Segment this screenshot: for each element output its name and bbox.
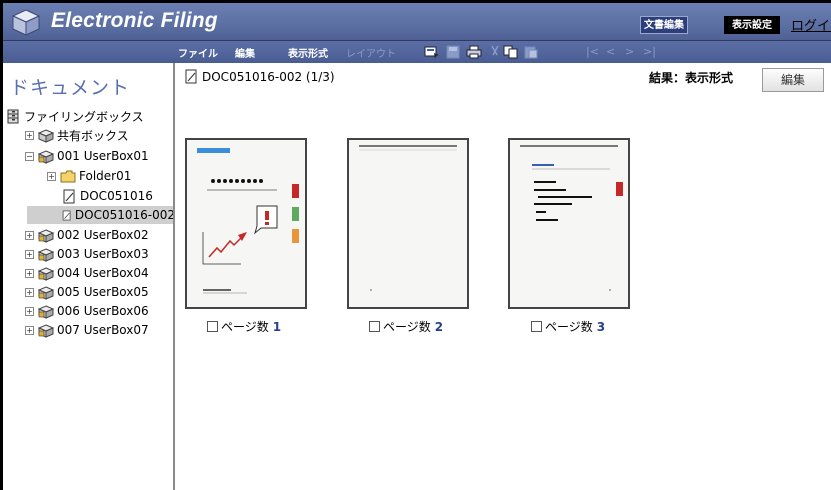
expand-icon[interactable]: +	[25, 130, 34, 140]
expand-icon[interactable]: +	[25, 287, 34, 297]
shared-box-icon	[38, 128, 55, 143]
expand-icon[interactable]: +	[25, 325, 34, 335]
login-link[interactable]: ログイン	[791, 15, 831, 34]
page-label-2: ページ数 2	[369, 318, 443, 335]
previous-page-icon[interactable]: <	[606, 45, 615, 58]
expand-icon[interactable]: +	[25, 306, 34, 316]
page-3-preview	[520, 145, 623, 291]
page-label-text: ページ数	[221, 320, 269, 334]
tree-item-label: 005 UserBox05	[57, 285, 149, 299]
tree-item-label: 006 UserBox06	[57, 304, 149, 318]
tree-item-shared-box[interactable]: + 共有ボックス	[25, 126, 129, 144]
document-edit-button[interactable]: 文書編集	[640, 16, 688, 34]
tree-item-userbox07[interactable]: + 007 UserBox07	[25, 321, 149, 339]
tree-root-filing-box[interactable]: ファイリングボックス	[5, 107, 144, 125]
sidebar: ドキュメント ファイリングボックス + 共有ボックス − 001 UserBox…	[3, 63, 175, 490]
next-page-icon[interactable]: >	[625, 45, 634, 58]
locked-box-icon	[38, 304, 55, 319]
page-label-1: ページ数 1	[207, 318, 281, 335]
page-number: 3	[596, 319, 606, 334]
page-label-3: ページ数 3	[531, 318, 605, 335]
locked-box-icon	[38, 323, 55, 338]
document-icon	[63, 189, 75, 203]
page-thumbnail-3[interactable]	[508, 138, 630, 309]
page-3-checkbox[interactable]	[531, 321, 542, 332]
tree-item-userbox02[interactable]: + 002 UserBox02	[25, 226, 149, 244]
filing-cabinet-icon	[7, 109, 19, 123]
paste-icon[interactable]	[523, 45, 539, 59]
copy-icon[interactable]	[503, 45, 519, 59]
menu-display-format[interactable]: 表示形式	[288, 45, 328, 60]
page-label-text: ページ数	[545, 320, 593, 334]
tree-item-folder01[interactable]: + Folder01	[47, 167, 131, 185]
tree-item-doc051016-002[interactable]: DOC051016-002	[27, 206, 175, 224]
display-settings-button[interactable]: 表示設定	[724, 16, 780, 34]
tree-item-doc051016[interactable]: DOC051016	[61, 187, 153, 205]
tree-item-label: 共有ボックス	[57, 128, 129, 143]
locked-box-icon	[38, 228, 55, 243]
expand-icon[interactable]: +	[47, 171, 56, 181]
tree-item-userbox01[interactable]: − 001 UserBox01	[25, 147, 149, 165]
page-2-preview	[359, 145, 457, 291]
edit-button[interactable]: 編集	[762, 68, 824, 92]
sidebar-title: ドキュメント	[10, 77, 131, 99]
expand-icon[interactable]: +	[25, 249, 34, 259]
menu-layout[interactable]: レイアウト	[346, 45, 396, 60]
page-number: 1	[272, 319, 282, 334]
page-thumbnail-1[interactable]	[185, 138, 307, 309]
page-1-preview	[197, 148, 299, 294]
page-2-checkbox[interactable]	[369, 321, 380, 332]
tree-item-label: Folder01	[79, 169, 132, 183]
tree-item-userbox05[interactable]: + 005 UserBox05	[25, 283, 149, 301]
tree-root-label: ファイリングボックス	[24, 109, 144, 124]
collapse-icon[interactable]: −	[25, 151, 34, 161]
tree-item-label: DOC051016	[80, 189, 153, 203]
page-label-text: ページ数	[383, 320, 431, 334]
folder-icon	[60, 170, 76, 182]
last-page-icon[interactable]: >|	[643, 45, 656, 58]
expand-icon[interactable]: +	[25, 230, 34, 240]
document-title: DOC051016-002 (1/3)	[183, 69, 335, 84]
tree-item-userbox06[interactable]: + 006 UserBox06	[25, 302, 149, 320]
tree-item-label: 001 UserBox01	[57, 149, 149, 163]
locked-box-icon	[38, 266, 55, 281]
save-icon[interactable]	[445, 45, 461, 59]
app-header: Electronic Filing 文書編集 表示設定 ログイン	[3, 3, 831, 41]
first-page-icon[interactable]: |<	[586, 45, 599, 58]
page-thumbnail-2[interactable]	[347, 138, 469, 309]
tree-item-label: 003 UserBox03	[57, 247, 149, 261]
tree-item-label: 004 UserBox04	[57, 266, 149, 280]
tree-item-label: DOC051016-002	[74, 208, 175, 222]
document-properties-icon[interactable]	[424, 45, 440, 59]
cube-logo-icon	[11, 9, 41, 36]
document-title-text: DOC051016-002 (1/3)	[202, 69, 335, 84]
app-title: Electronic Filing	[51, 9, 218, 32]
cut-icon[interactable]	[487, 45, 503, 59]
page-number: 2	[434, 319, 444, 334]
menu-edit[interactable]: 編集	[235, 45, 255, 60]
tree-item-userbox04[interactable]: + 004 UserBox04	[25, 264, 149, 282]
locked-box-icon	[38, 149, 55, 164]
menu-file[interactable]: ファイル	[178, 45, 218, 60]
expand-icon[interactable]: +	[25, 268, 34, 278]
document-icon	[62, 210, 71, 220]
document-view: DOC051016-002 (1/3) 結果：表示形式 編集 ページ数 1 ペー…	[177, 63, 831, 490]
tree-item-userbox03[interactable]: + 003 UserBox03	[25, 245, 149, 263]
tree-item-label: 007 UserBox07	[57, 323, 149, 337]
locked-box-icon	[38, 285, 55, 300]
document-icon	[185, 69, 197, 84]
tree-item-label: 002 UserBox02	[57, 228, 149, 242]
menu-bar: ファイル 編集 表示形式 レイアウト |< < > >|	[3, 41, 831, 63]
result-label: 結果：表示形式	[649, 71, 734, 85]
locked-box-icon	[38, 247, 55, 262]
print-icon[interactable]	[466, 45, 482, 59]
page-1-checkbox[interactable]	[207, 321, 218, 332]
